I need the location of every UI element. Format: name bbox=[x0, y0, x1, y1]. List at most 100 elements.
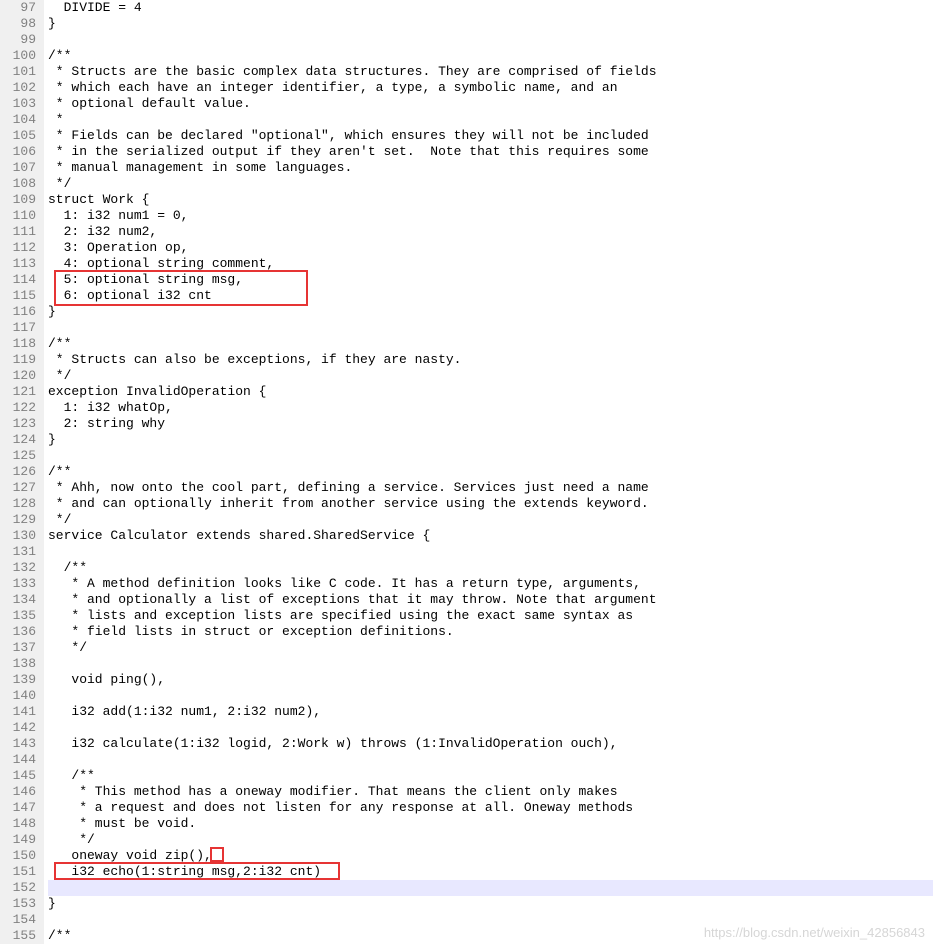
code-line[interactable] bbox=[48, 752, 933, 768]
code-line[interactable]: * manual management in some languages. bbox=[48, 160, 933, 176]
code-line[interactable]: 2: i32 num2, bbox=[48, 224, 933, 240]
code-line[interactable]: * and optionally a list of exceptions th… bbox=[48, 592, 933, 608]
code-line[interactable]: */ bbox=[48, 640, 933, 656]
code-line[interactable] bbox=[48, 880, 933, 896]
code-line[interactable]: i32 echo(1:string msg,2:i32 cnt) bbox=[48, 864, 933, 880]
line-number: 122 bbox=[4, 400, 36, 416]
line-number: 125 bbox=[4, 448, 36, 464]
code-line[interactable]: * in the serialized output if they aren'… bbox=[48, 144, 933, 160]
code-line[interactable]: /** bbox=[48, 928, 933, 944]
code-line[interactable]: */ bbox=[48, 832, 933, 848]
code-line[interactable]: */ bbox=[48, 368, 933, 384]
code-line[interactable]: } bbox=[48, 432, 933, 448]
code-line[interactable] bbox=[48, 544, 933, 560]
line-number: 138 bbox=[4, 656, 36, 672]
code-line[interactable]: } bbox=[48, 896, 933, 912]
code-line[interactable]: * This method has a oneway modifier. Tha… bbox=[48, 784, 933, 800]
code-line[interactable]: service Calculator extends shared.Shared… bbox=[48, 528, 933, 544]
code-line[interactable]: * and can optionally inherit from anothe… bbox=[48, 496, 933, 512]
line-number: 152 bbox=[4, 880, 36, 896]
code-line[interactable]: 3: Operation op, bbox=[48, 240, 933, 256]
line-number: 104 bbox=[4, 112, 36, 128]
code-line[interactable]: /** bbox=[48, 48, 933, 64]
line-number: 99 bbox=[4, 32, 36, 48]
code-line[interactable]: * Structs can also be exceptions, if the… bbox=[48, 352, 933, 368]
line-number: 98 bbox=[4, 16, 36, 32]
code-line[interactable]: 2: string why bbox=[48, 416, 933, 432]
code-line[interactable]: */ bbox=[48, 176, 933, 192]
line-number: 110 bbox=[4, 208, 36, 224]
line-number: 128 bbox=[4, 496, 36, 512]
code-line[interactable]: * a request and does not listen for any … bbox=[48, 800, 933, 816]
line-number: 130 bbox=[4, 528, 36, 544]
line-number: 137 bbox=[4, 640, 36, 656]
code-line[interactable] bbox=[48, 656, 933, 672]
line-number: 143 bbox=[4, 736, 36, 752]
line-number: 146 bbox=[4, 784, 36, 800]
code-line[interactable]: } bbox=[48, 304, 933, 320]
line-number: 140 bbox=[4, 688, 36, 704]
line-number: 134 bbox=[4, 592, 36, 608]
code-editor: 9798991001011021031041051061071081091101… bbox=[0, 0, 933, 944]
line-number: 147 bbox=[4, 800, 36, 816]
code-line[interactable]: /** bbox=[48, 768, 933, 784]
line-number: 153 bbox=[4, 896, 36, 912]
code-line[interactable]: * lists and exception lists are specifie… bbox=[48, 608, 933, 624]
code-line[interactable]: i32 calculate(1:i32 logid, 2:Work w) thr… bbox=[48, 736, 933, 752]
code-line[interactable]: 6: optional i32 cnt bbox=[48, 288, 933, 304]
line-number: 113 bbox=[4, 256, 36, 272]
code-line[interactable]: * Structs are the basic complex data str… bbox=[48, 64, 933, 80]
code-line[interactable]: 4: optional string comment, bbox=[48, 256, 933, 272]
code-line[interactable]: * Ahh, now onto the cool part, defining … bbox=[48, 480, 933, 496]
line-number: 103 bbox=[4, 96, 36, 112]
line-number: 121 bbox=[4, 384, 36, 400]
code-line[interactable] bbox=[48, 688, 933, 704]
code-line[interactable]: 1: i32 num1 = 0, bbox=[48, 208, 933, 224]
line-number: 127 bbox=[4, 480, 36, 496]
line-number: 139 bbox=[4, 672, 36, 688]
code-line[interactable]: exception InvalidOperation { bbox=[48, 384, 933, 400]
code-line[interactable] bbox=[48, 320, 933, 336]
line-number: 123 bbox=[4, 416, 36, 432]
line-number: 116 bbox=[4, 304, 36, 320]
code-line[interactable]: * A method definition looks like C code.… bbox=[48, 576, 933, 592]
code-line[interactable]: 1: i32 whatOp, bbox=[48, 400, 933, 416]
line-number-gutter: 9798991001011021031041051061071081091101… bbox=[0, 0, 44, 944]
line-number: 129 bbox=[4, 512, 36, 528]
code-line[interactable]: DIVIDE = 4 bbox=[48, 0, 933, 16]
line-number: 142 bbox=[4, 720, 36, 736]
code-line[interactable]: struct Work { bbox=[48, 192, 933, 208]
code-line[interactable]: * optional default value. bbox=[48, 96, 933, 112]
line-number: 102 bbox=[4, 80, 36, 96]
code-area: DIVIDE = 4} /** * Structs are the basic c… bbox=[44, 0, 933, 944]
code-line[interactable]: 5: optional string msg, bbox=[48, 272, 933, 288]
line-number: 150 bbox=[4, 848, 36, 864]
line-number: 109 bbox=[4, 192, 36, 208]
code-line[interactable] bbox=[48, 448, 933, 464]
line-number: 120 bbox=[4, 368, 36, 384]
code-line[interactable] bbox=[48, 32, 933, 48]
line-number: 141 bbox=[4, 704, 36, 720]
line-number: 101 bbox=[4, 64, 36, 80]
code-line[interactable]: * field lists in struct or exception def… bbox=[48, 624, 933, 640]
code-line[interactable]: /** bbox=[48, 560, 933, 576]
line-number: 131 bbox=[4, 544, 36, 560]
code-line[interactable]: } bbox=[48, 16, 933, 32]
line-number: 106 bbox=[4, 144, 36, 160]
code-line[interactable]: * which each have an integer identifier,… bbox=[48, 80, 933, 96]
code-line[interactable]: void ping(), bbox=[48, 672, 933, 688]
code-line[interactable]: oneway void zip(), bbox=[48, 848, 933, 864]
code-line[interactable]: i32 add(1:i32 num1, 2:i32 num2), bbox=[48, 704, 933, 720]
line-number: 144 bbox=[4, 752, 36, 768]
code-line[interactable]: /** bbox=[48, 336, 933, 352]
code-line[interactable]: * must be void. bbox=[48, 816, 933, 832]
code-line[interactable]: /** bbox=[48, 464, 933, 480]
line-number: 136 bbox=[4, 624, 36, 640]
code-line[interactable]: * Fields can be declared "optional", whi… bbox=[48, 128, 933, 144]
code-line[interactable]: */ bbox=[48, 512, 933, 528]
line-number: 155 bbox=[4, 928, 36, 944]
code-line[interactable]: * bbox=[48, 112, 933, 128]
line-number: 126 bbox=[4, 464, 36, 480]
code-line[interactable] bbox=[48, 720, 933, 736]
code-line[interactable] bbox=[48, 912, 933, 928]
